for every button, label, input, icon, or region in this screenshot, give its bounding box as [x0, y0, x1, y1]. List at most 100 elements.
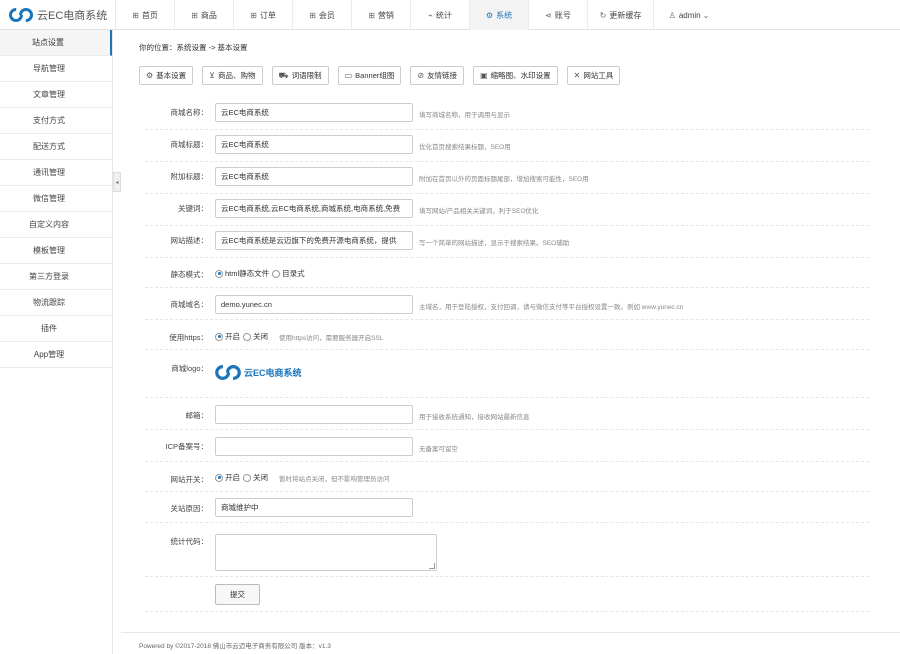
site-switch-hint: 暂时将站点关闭，但不影响管理员访问	[279, 475, 390, 483]
icp-hint: 无备案可留空	[419, 446, 458, 453]
keywords-input[interactable]: 云EC电商系统,云EC电商系统,商城系统,电商系统,免费	[215, 199, 413, 218]
footer-copyright: Powered by ©2017-2018 佛山市云迈电子商务有限公司 版本：v…	[139, 643, 331, 650]
shop-logo-image[interactable]: 云EC电商系统	[215, 365, 302, 380]
extra-title-label: 附加标题：	[170, 172, 209, 181]
grid-icon: ⊞	[368, 10, 375, 20]
tab-label: 词语限制	[291, 71, 322, 80]
tab-banner[interactable]: ▭ Banner组图	[337, 66, 402, 85]
nav-stats[interactable]: ⌁ 统计	[411, 0, 470, 30]
logo-label: 商城logo：	[171, 364, 208, 373]
form-row-extra-title: 附加标题： 云EC电商系统 附加在首页以外的页面标题尾部，增加搜索可能性，SEO…	[145, 162, 869, 194]
sidebar-item-plugins[interactable]: 插件	[0, 316, 112, 342]
shop-name-label: 商城名称：	[170, 108, 209, 117]
tab-label: 缩略图、水印设置	[490, 71, 551, 80]
site-switch-option-label: 关闭	[253, 473, 268, 482]
static-mode-radio-directory[interactable]	[272, 269, 281, 278]
nav-goods[interactable]: ⊞ 商品	[175, 0, 234, 30]
icp-input[interactable]	[215, 437, 413, 456]
sidebar-item-site-settings[interactable]: 站点设置	[0, 30, 112, 56]
static-mode-option-label: 目录式	[282, 269, 305, 278]
shop-title-input[interactable]: 云EC电商系统	[215, 135, 413, 154]
tab-thumbnail-watermark[interactable]: ▣ 缩略图、水印设置	[473, 66, 558, 85]
close-reason-input[interactable]: 商城维护中	[215, 498, 413, 517]
tools-icon: ✕	[573, 71, 581, 80]
user-icon: ♙	[668, 10, 676, 20]
nav-account[interactable]: ⋖ 账号	[529, 0, 588, 30]
nav-marketing[interactable]: ⊞ 营销	[352, 0, 411, 30]
tab-basic-settings[interactable]: ⚙ 基本设置	[139, 66, 194, 85]
form-row-description: 网站描述： 云EC电商系统是云迈旗下的免费开源电商系统，提供 写一个简单的网站描…	[145, 226, 869, 258]
static-mode-radio-html[interactable]	[215, 269, 223, 278]
domain-input[interactable]: demo.yunec.cn	[215, 295, 413, 314]
image-icon: ▭	[344, 71, 353, 80]
sidebar-item-shipping[interactable]: 配送方式	[0, 134, 112, 160]
sidebar-item-logistics[interactable]: 物流跟踪	[0, 290, 112, 316]
tab-friend-links[interactable]: ⊘ 友情链接	[410, 66, 465, 85]
https-label: 使用https：	[169, 333, 208, 342]
app-logo[interactable]: 云EC电商系统	[0, 0, 116, 30]
description-hint: 写一个简单的网站描述，显示于搜索结果。SEO辅助	[419, 240, 570, 247]
site-switch-radio-off[interactable]	[243, 473, 251, 482]
shop-name-hint: 填写商城名称，用于调用与显示	[419, 112, 510, 119]
https-options: 开启 关闭 使用https访问，需要服务器开启SSL	[215, 331, 383, 342]
user-menu[interactable]: ♙ admin ⌄	[654, 0, 724, 30]
form-row-domain: 商城域名： demo.yunec.cn 主域名，用于登陆授权，支付回调，请与微信…	[145, 288, 869, 320]
link-icon: ⊘	[417, 71, 425, 80]
nav-orders[interactable]: ⊞ 订单	[234, 0, 293, 30]
sidebar-item-messaging[interactable]: 通讯管理	[0, 160, 112, 186]
sidebar-item-app[interactable]: App管理	[0, 342, 112, 368]
extra-title-input[interactable]: 云EC电商系统	[215, 167, 413, 186]
sidebar-item-nav[interactable]: 导航管理	[0, 56, 112, 82]
stat-code-textarea[interactable]	[215, 534, 437, 571]
nav-label: 订单	[259, 10, 276, 20]
breadcrumb-path: 系统设置 -> 基本设置	[176, 43, 248, 52]
nav-label: 系统	[496, 10, 513, 20]
nav-home[interactable]: ⊞ 首页	[116, 0, 175, 30]
static-mode-label: 静态模式：	[170, 270, 209, 279]
form-row-site-switch: 网站开关： 开启 关闭 暂时将站点关闭，但不影响管理员访问	[145, 462, 869, 492]
pulse-icon: ⌁	[428, 10, 433, 20]
site-switch-option-label: 开启	[225, 473, 240, 482]
nav-label: 会员	[318, 10, 335, 20]
sidebar-item-wechat[interactable]: 微信管理	[0, 186, 112, 212]
sidebar-collapse-button[interactable]: ◂	[113, 172, 121, 192]
footer: Powered by ©2017-2018 佛山市云迈电子商务有限公司 版本：v…	[121, 632, 900, 654]
main-nav: ⊞ 首页 ⊞ 商品 ⊞ 订单 ⊞ 会员 ⊞ 营销 ⌁ 统计 ⚙ 系统 ⋖ 账号 ↻ 更新缓存 ♙ a…	[116, 0, 724, 30]
sidebar-item-custom-content[interactable]: 自定义内容	[0, 212, 112, 238]
form-row-shop-name: 商城名称： 云EC电商系统 填写商城名称，用于调用与显示	[145, 98, 869, 130]
tab-goods-shopping[interactable]: ⊻ 商品、购物	[202, 66, 263, 85]
shop-name-input[interactable]: 云EC电商系统	[215, 103, 413, 122]
form-row-shop-title: 商城标题： 云EC电商系统 优化首页搜索结果标题，SEO用	[145, 130, 869, 162]
nav-members[interactable]: ⊞ 会员	[293, 0, 352, 30]
sidebar-item-third-party-login[interactable]: 第三方登录	[0, 264, 112, 290]
nav-label: 统计	[435, 10, 452, 20]
logo-text: 云EC电商系统	[244, 368, 302, 378]
form-row-https: 使用https： 开启 关闭 使用https访问，需要服务器开启SSL	[145, 320, 869, 350]
https-radio-off[interactable]	[243, 332, 251, 341]
sidebar-item-payment[interactable]: 支付方式	[0, 108, 112, 134]
shop-title-hint: 优化首页搜索结果标题，SEO用	[419, 144, 511, 151]
form-row-static-mode: 静态模式： html静态文件 目录式	[145, 258, 869, 288]
tab-site-tools[interactable]: ✕ 网站工具	[566, 66, 621, 85]
email-input[interactable]	[215, 405, 413, 424]
nav-refresh-cache[interactable]: ↻ 更新缓存	[588, 0, 654, 30]
submit-button[interactable]: 提交	[215, 584, 260, 605]
tab-label: Banner组图	[355, 71, 395, 80]
nav-system[interactable]: ⚙ 系统	[470, 0, 529, 30]
gear-icon: ⚙	[146, 71, 154, 80]
form-row-icp: ICP备案号： 无备案可留空	[145, 430, 869, 462]
tab-label: 友情链接	[427, 71, 458, 80]
sidebar-item-templates[interactable]: 模板管理	[0, 238, 112, 264]
app-title: 云EC电商系统	[37, 10, 108, 22]
form-row-stat-code: 统计代码：	[145, 523, 869, 577]
form-row-keywords: 关键词： 云EC电商系统,云EC电商系统,商城系统,电商系统,免费 填写网站/产…	[145, 194, 869, 226]
tab-word-filter[interactable]: ⛟ 词语限制	[271, 66, 329, 85]
nav-label: 商品	[200, 10, 217, 20]
site-switch-radio-on[interactable]	[215, 473, 223, 482]
description-input[interactable]: 云EC电商系统是云迈旗下的免费开源电商系统，提供	[215, 231, 413, 250]
cart-icon: ⊻	[209, 71, 216, 80]
https-radio-on[interactable]	[215, 332, 223, 341]
sidebar-item-articles[interactable]: 文章管理	[0, 82, 112, 108]
extra-title-hint: 附加在首页以外的页面标题尾部，增加搜索可能性，SEO用	[419, 176, 589, 183]
form-row-submit: 提交	[145, 577, 869, 612]
